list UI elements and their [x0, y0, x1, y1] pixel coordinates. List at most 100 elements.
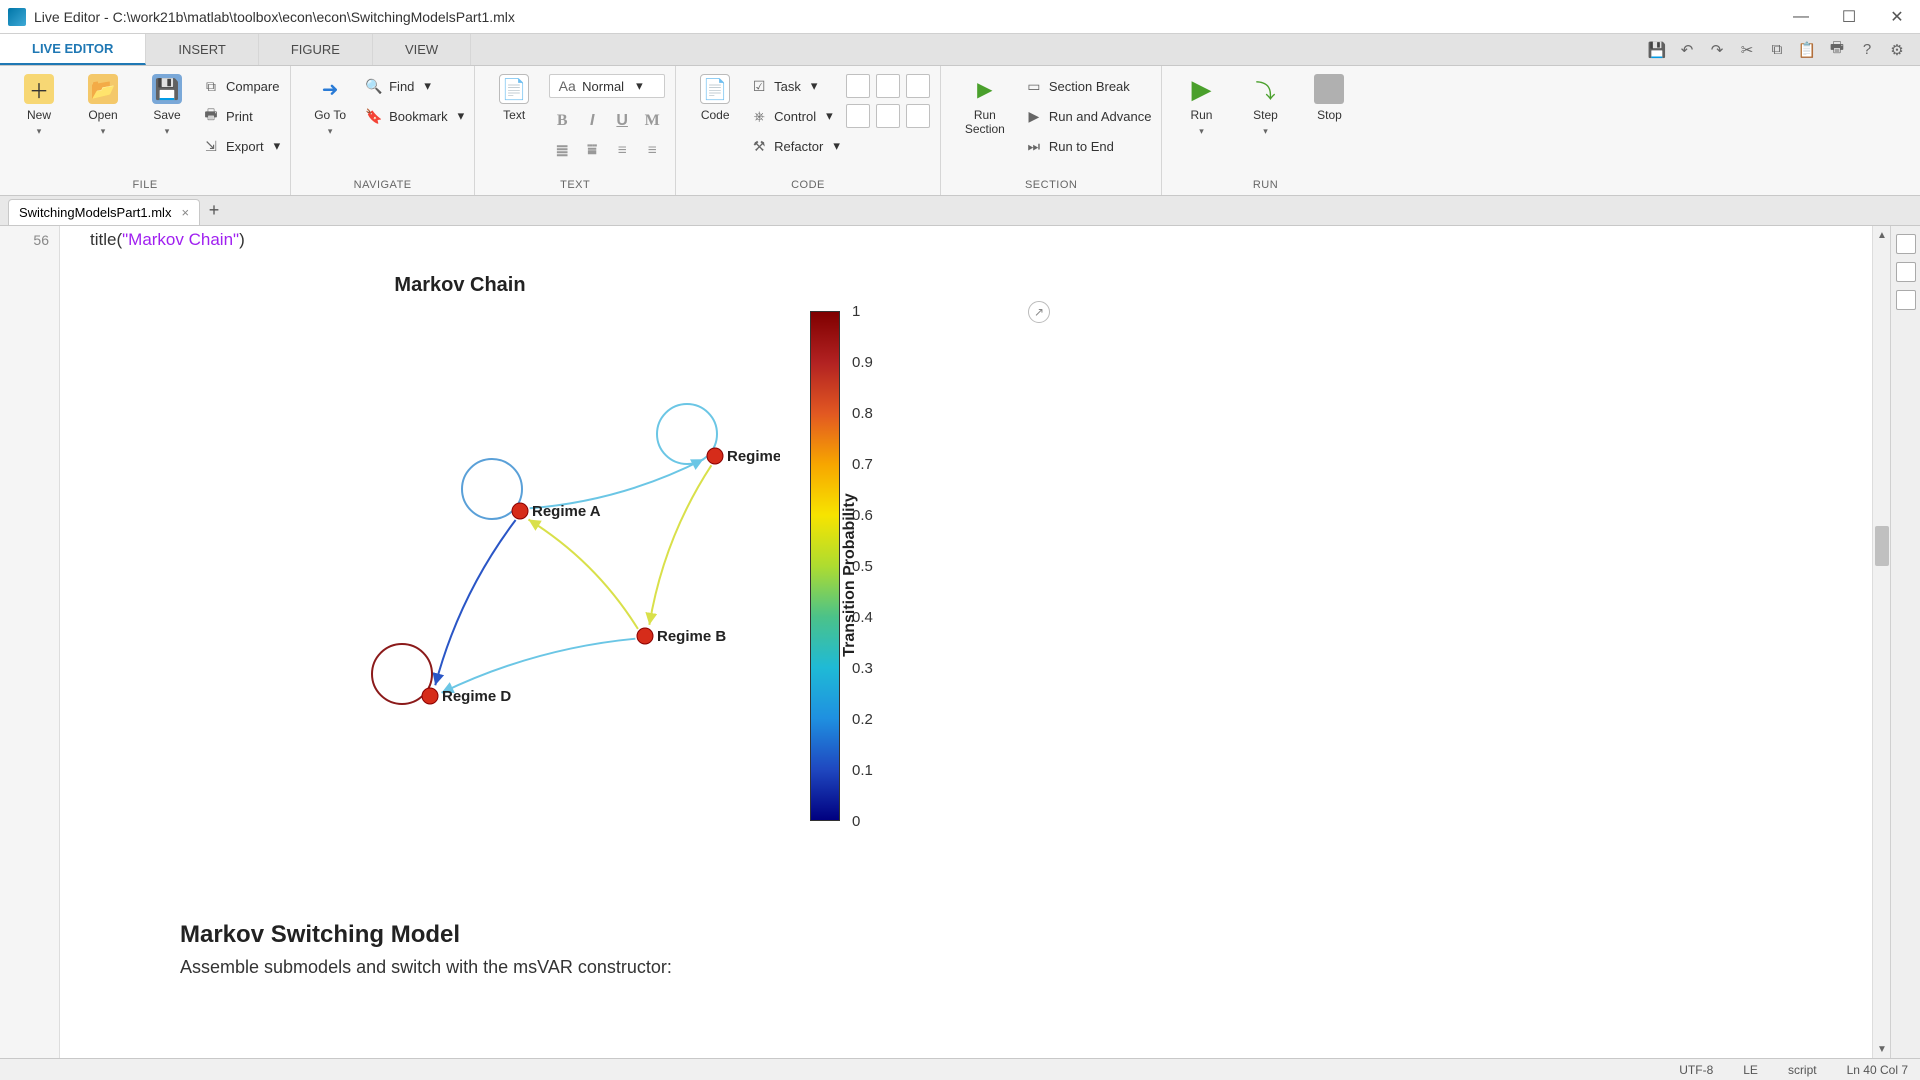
output-right-icon[interactable] [1896, 262, 1916, 282]
refactor-button[interactable]: ⚒Refactor▾ [750, 134, 840, 158]
editor-content[interactable]: title("Markov Chain") Markov Chain ↗ Reg… [60, 226, 1890, 1058]
chevron-down-icon: ▾ [101, 126, 106, 137]
colorbar-ticks: 10.90.80.70.60.50.40.30.20.10 [852, 303, 902, 829]
colorbar-label: Transition Probability [841, 493, 859, 657]
app-icon [8, 8, 26, 26]
document-tabs: SwitchingModelsPart1.mlx × + [0, 196, 1920, 226]
goto-button[interactable]: ➜ Go To ▾ [301, 70, 359, 141]
end-icon: ⏭ [1025, 137, 1043, 155]
control-icon: ⎈ [750, 107, 768, 125]
doc-tab-label: SwitchingModelsPart1.mlx [19, 205, 171, 220]
maximize-button[interactable]: ☐ [1834, 2, 1864, 32]
scroll-up-icon[interactable]: ▲ [1873, 226, 1890, 244]
align-center-button[interactable]: ≡ [639, 138, 665, 164]
status-eol: LE [1743, 1063, 1758, 1077]
popout-icon[interactable]: ↗ [1028, 301, 1050, 323]
tab-view[interactable]: VIEW [373, 34, 471, 65]
mono-button[interactable]: M [639, 108, 665, 134]
line-number: 56 [0, 232, 49, 248]
svg-text:Regime D: Regime D [442, 688, 511, 705]
smart-indent-button[interactable] [906, 104, 930, 128]
stop-button[interactable]: Stop [1300, 70, 1358, 126]
colorbar [810, 311, 840, 821]
text-button[interactable]: 📄 Text [485, 70, 543, 126]
run-to-end-button[interactable]: ⏭Run to End [1025, 134, 1152, 158]
svg-text:Regime B: Regime B [657, 628, 726, 645]
export-button[interactable]: ⇲Export▾ [202, 134, 280, 158]
group-label-file: FILE [10, 177, 280, 191]
open-button[interactable]: 📂 Open ▾ [74, 70, 132, 141]
toolstrip-tabs: LIVE EDITOR INSERT FIGURE VIEW 💾 ↶ ↷ ✂ ⧉… [0, 34, 1920, 66]
output-inline-icon[interactable] [1896, 234, 1916, 254]
para-icon: Aa [558, 77, 576, 95]
print-icon[interactable]: 🖶 [1824, 37, 1850, 63]
group-label-run: RUN [1172, 177, 1358, 191]
tab-live-editor[interactable]: LIVE EDITOR [0, 34, 146, 65]
tab-insert[interactable]: INSERT [146, 34, 258, 65]
close-icon[interactable]: × [181, 205, 189, 220]
new-button[interactable]: ＋ New ▾ [10, 70, 68, 141]
copy-icon[interactable]: ⧉ [1764, 37, 1790, 63]
style-selector[interactable]: AaNormal▾ [549, 74, 665, 98]
compare-icon: ⧉ [202, 77, 220, 95]
status-type: script [1788, 1063, 1817, 1077]
close-window-button[interactable]: ✕ [1882, 2, 1912, 32]
add-tab-button[interactable]: + [200, 196, 228, 225]
scroll-down-icon[interactable]: ▼ [1873, 1040, 1890, 1058]
help-icon[interactable]: ? [1854, 37, 1880, 63]
uncomment-button[interactable] [876, 74, 900, 98]
comment-button[interactable] [846, 74, 870, 98]
code-tools [846, 70, 930, 128]
italic-button[interactable]: I [579, 108, 605, 134]
chevron-down-icon: ▾ [165, 126, 170, 137]
print-button[interactable]: 🖶Print [202, 104, 280, 128]
find-button[interactable]: 🔍Find▾ [365, 74, 464, 98]
doc-tab-active[interactable]: SwitchingModelsPart1.mlx × [8, 199, 200, 225]
outdent-button[interactable] [876, 104, 900, 128]
svg-text:Regime C: Regime C [727, 448, 780, 465]
section-heading: Markov Switching Model [180, 921, 1860, 949]
status-position: Ln 40 Col 7 [1847, 1063, 1908, 1077]
run-section-button[interactable]: ▶ Run Section [951, 70, 1019, 141]
open-label: Open [88, 108, 117, 122]
status-encoding: UTF-8 [1679, 1063, 1713, 1077]
code-line[interactable]: title("Markov Chain") [60, 226, 1890, 254]
scroll-thumb[interactable] [1875, 526, 1889, 566]
bullets-button[interactable]: ≣ [549, 138, 575, 164]
minimize-button[interactable]: — [1786, 2, 1816, 32]
undo-icon[interactable]: ↶ [1674, 37, 1700, 63]
bold-button[interactable]: B [549, 108, 575, 134]
control-button[interactable]: ⎈Control▾ [750, 104, 840, 128]
gear-icon[interactable]: ⚙ [1884, 37, 1910, 63]
tab-figure[interactable]: FIGURE [259, 34, 373, 65]
group-label-text: TEXT [485, 177, 665, 191]
run-advance-button[interactable]: ▶Run and Advance [1025, 104, 1152, 128]
advance-icon: ▶ [1025, 107, 1043, 125]
vertical-scrollbar[interactable]: ▲ ▼ [1872, 226, 1890, 1058]
numbered-button[interactable]: ⩸ [579, 138, 605, 164]
group-label-navigate: NAVIGATE [301, 177, 464, 191]
wrap-button[interactable] [906, 74, 930, 98]
task-button[interactable]: ☑Task▾ [750, 74, 840, 98]
export-icon: ⇲ [202, 137, 220, 155]
group-label-section: SECTION [951, 177, 1152, 191]
underline-button[interactable]: U [609, 108, 635, 134]
group-text: 📄 Text AaNormal▾ B I U M ≣ ⩸ ≡ ≡ TEXT [475, 66, 676, 195]
titlebar: Live Editor - C:\work21b\matlab\toolbox\… [0, 0, 1920, 34]
cut-icon[interactable]: ✂ [1734, 37, 1760, 63]
compare-button[interactable]: ⧉Compare [202, 74, 280, 98]
step-button[interactable]: ⤵ Step ▾ [1236, 70, 1294, 141]
run-button[interactable]: ▶ Run ▾ [1172, 70, 1230, 141]
code-button[interactable]: 📄 Code [686, 70, 744, 126]
save-button[interactable]: 💾 Save ▾ [138, 70, 196, 141]
output-hide-icon[interactable] [1896, 290, 1916, 310]
save-icon[interactable]: 💾 [1644, 37, 1670, 63]
align-left-button[interactable]: ≡ [609, 138, 635, 164]
bookmark-button[interactable]: 🔖Bookmark▾ [365, 104, 464, 128]
indent-button[interactable] [846, 104, 870, 128]
paste-icon[interactable]: 📋 [1794, 37, 1820, 63]
section-break-button[interactable]: ▭Section Break [1025, 74, 1152, 98]
group-navigate: ➜ Go To ▾ 🔍Find▾ 🔖Bookmark▾ NAVIGATE [291, 66, 475, 195]
redo-icon[interactable]: ↷ [1704, 37, 1730, 63]
group-run: ▶ Run ▾ ⤵ Step ▾ Stop RUN [1162, 66, 1368, 195]
